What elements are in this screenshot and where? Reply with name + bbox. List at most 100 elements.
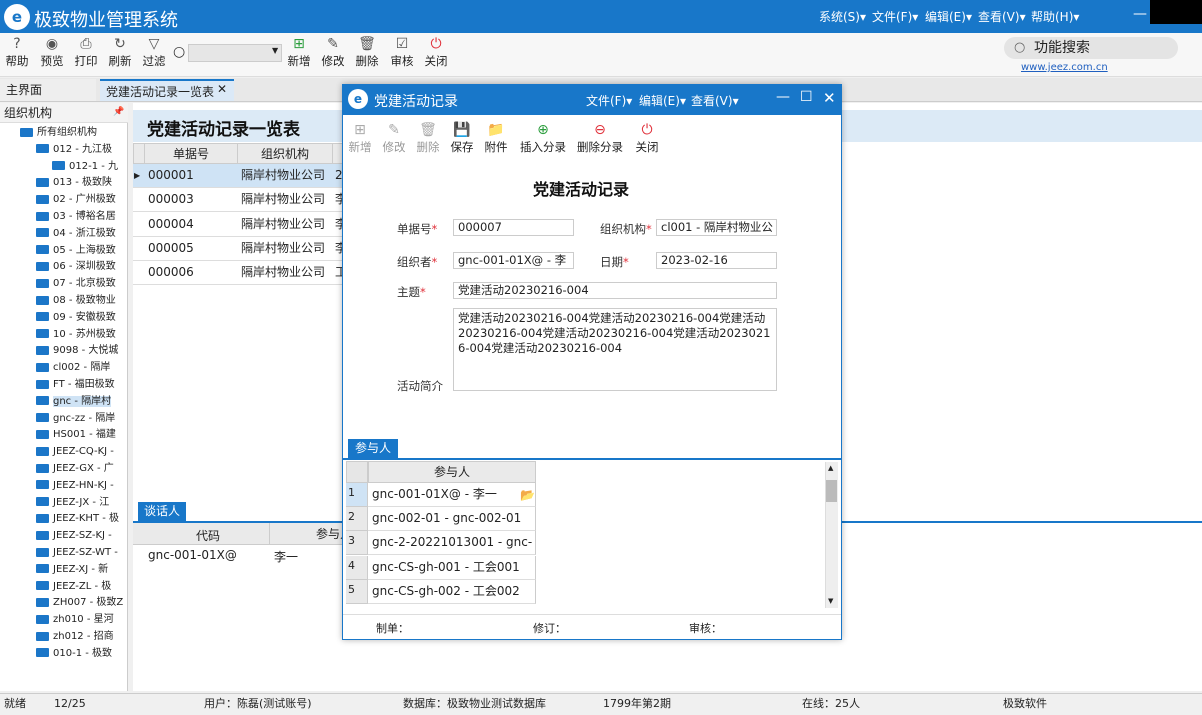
tree-item[interactable]: 012 - 九江极: [36, 141, 112, 158]
tree-item[interactable]: 07 - 北京极致: [36, 275, 116, 292]
scrollbar-thumb[interactable]: [826, 480, 837, 502]
delete-button[interactable]: 🗑 删除: [350, 36, 384, 69]
participant-cell[interactable]: gnc-CS-gh-002 - 工会002: [368, 579, 536, 604]
preview-button[interactable]: ◉ 预览: [35, 36, 69, 69]
dialog-new-button[interactable]: ⊞ 新增: [341, 122, 379, 155]
dialog-menu-edit[interactable]: 编辑(E)▾: [639, 92, 686, 109]
delete-entry-button[interactable]: ⊖ 删除分录: [576, 122, 624, 155]
date-field[interactable]: 2023-02-16: [656, 252, 777, 269]
tree-item[interactable]: JEEZ-KHT - 极: [36, 510, 119, 527]
minimize-button[interactable]: —: [1133, 6, 1147, 22]
tree-item[interactable]: 05 - 上海极致: [36, 242, 116, 259]
tab-home[interactable]: 主界面: [0, 79, 96, 101]
cell-docno[interactable]: 000004: [144, 212, 238, 237]
cell-docno[interactable]: 000005: [144, 236, 238, 261]
cell-docno[interactable]: 000003: [144, 188, 238, 213]
print-button[interactable]: ⎙ 打印: [69, 36, 103, 69]
chevron-down-icon[interactable]: ▼: [272, 46, 278, 55]
column-header-participant[interactable]: 参与人: [269, 523, 349, 545]
cell-org[interactable]: 隔岸村物业公司: [237, 164, 333, 188]
tree-item[interactable]: HS001 - 福建: [36, 426, 116, 443]
edit-button[interactable]: ✎ 修改: [316, 36, 350, 69]
tree-item[interactable]: 013 - 极致陕: [36, 174, 112, 191]
column-header-participant[interactable]: 参与人: [368, 461, 536, 483]
dialog-attachment-button[interactable]: 📁 附件: [477, 122, 515, 155]
row-number[interactable]: 1: [346, 483, 368, 507]
dialog-edit-button[interactable]: ✎ 修改: [375, 122, 413, 155]
doc-no-field[interactable]: 000007: [453, 219, 574, 236]
refresh-button[interactable]: ↻ 刷新: [103, 36, 137, 69]
insert-entry-button[interactable]: ⊕ 插入分录: [519, 122, 567, 155]
tab-participants[interactable]: 参与人: [348, 439, 398, 458]
close-icon[interactable]: ✕: [217, 82, 227, 96]
close-icon[interactable]: ✕: [823, 89, 836, 107]
scroll-down-icon[interactable]: ▼: [828, 597, 833, 605]
close-button[interactable]: ⏻ 关闭: [419, 36, 453, 69]
column-header-docno[interactable]: 单据号: [144, 143, 238, 164]
tree-item[interactable]: 06 - 深圳极致: [36, 258, 116, 275]
audit-button[interactable]: ☑ 审核: [385, 36, 419, 69]
tree-item[interactable]: JEEZ-ZL - 极: [36, 578, 111, 595]
cell-org[interactable]: 隔岸村物业公司: [237, 212, 333, 237]
scroll-up-icon[interactable]: ▲: [828, 464, 833, 472]
filter-button[interactable]: ▽ 过滤: [137, 36, 171, 69]
tree-item[interactable]: 10 - 苏州极致: [36, 326, 116, 343]
org-field[interactable]: cl001 - 隔岸村物业公: [656, 219, 777, 236]
tree-item[interactable]: gnc - 隔岸村: [36, 393, 112, 410]
menu-system[interactable]: 系统(S)▾: [819, 8, 866, 25]
site-link[interactable]: www.jeez.com.cn: [1021, 62, 1108, 73]
tree-item[interactable]: JEEZ-SZ-WT -: [36, 544, 118, 561]
tree-item[interactable]: JEEZ-GX - 广: [36, 460, 114, 477]
cell-org[interactable]: 隔岸村物业公司: [237, 261, 333, 286]
menu-help[interactable]: 帮助(H)▾: [1031, 8, 1079, 25]
function-search-input[interactable]: 功能搜索: [1004, 37, 1178, 59]
tree-item[interactable]: 010-1 - 极致: [36, 645, 112, 662]
participant-cell[interactable]: gnc-002-01 - gnc-002-01: [368, 507, 536, 532]
cell-org[interactable]: 隔岸村物业公司: [237, 236, 333, 261]
dialog-menu-view[interactable]: 查看(V)▾: [691, 92, 739, 109]
tree-item[interactable]: zh012 - 招商: [36, 628, 114, 645]
tree-root[interactable]: 所有组织机构: [20, 124, 97, 141]
dialog-save-button[interactable]: 💾 保存: [443, 122, 481, 155]
row-number[interactable]: 2: [346, 507, 368, 532]
minimize-button[interactable]: —: [776, 89, 790, 105]
tree-item[interactable]: 03 - 博裕名居: [36, 208, 116, 225]
tree-item[interactable]: JEEZ-XJ - 新: [36, 561, 108, 578]
dialog-delete-button[interactable]: 🗑 删除: [409, 122, 447, 155]
tree-item[interactable]: JEEZ-JX - 江: [36, 494, 109, 511]
tree-item[interactable]: 012-1 - 九: [52, 158, 118, 175]
tree-item[interactable]: JEEZ-HN-KJ -: [36, 477, 114, 494]
tree-item[interactable]: 08 - 极致物业: [36, 292, 116, 309]
tree-item[interactable]: ZH007 - 极致Z: [36, 594, 123, 611]
menu-view[interactable]: 查看(V)▾: [978, 8, 1026, 25]
tree-item[interactable]: 9098 - 大悦城: [36, 342, 118, 359]
tree-item[interactable]: gnc-zz - 隔岸: [36, 410, 115, 427]
participant-cell[interactable]: gnc-2-20221013001 - gnc-2: [368, 531, 536, 572]
row-number[interactable]: 3: [346, 531, 368, 556]
maximize-button[interactable]: ☐: [800, 89, 813, 105]
dialog-menu-file[interactable]: 文件(F)▾: [586, 92, 632, 109]
desc-textarea[interactable]: 党建活动20230216-004党建活动20230216-004党建活动2023…: [453, 308, 777, 391]
menu-edit[interactable]: 编辑(E)▾: [925, 8, 972, 25]
tree-item[interactable]: FT - 福田极致: [36, 376, 115, 393]
cell-org[interactable]: 隔岸村物业公司: [237, 188, 333, 213]
subject-field[interactable]: 党建活动20230216-004: [453, 282, 777, 299]
column-header-code[interactable]: 代码: [196, 527, 220, 544]
tab-talker[interactable]: 谈话人: [138, 502, 186, 521]
organizer-field[interactable]: gnc-001-01X@ - 李: [453, 252, 574, 269]
row-number[interactable]: 5: [346, 579, 368, 604]
menu-file[interactable]: 文件(F)▾: [872, 8, 918, 25]
dialog-close-button[interactable]: ⏻ 关闭: [628, 122, 666, 155]
help-button[interactable]: ? 帮助: [0, 36, 34, 69]
column-header-org[interactable]: 组织机构: [237, 143, 333, 164]
tree-item[interactable]: 09 - 安徽极致: [36, 309, 116, 326]
toolbar-search-input[interactable]: [188, 44, 282, 62]
row-number[interactable]: 4: [346, 555, 368, 580]
tree-item[interactable]: JEEZ-CQ-KJ -: [36, 443, 114, 460]
folder-open-icon[interactable]: 📂: [520, 488, 535, 502]
pin-icon[interactable]: 📌: [113, 107, 124, 117]
new-button[interactable]: ⊞ 新增: [282, 36, 316, 69]
participant-cell[interactable]: gnc-CS-gh-001 - 工会001: [368, 555, 536, 580]
participant-cell[interactable]: gnc-001-01X@ - 李一: [368, 483, 536, 507]
tree-item[interactable]: JEEZ-SZ-KJ -: [36, 527, 112, 544]
